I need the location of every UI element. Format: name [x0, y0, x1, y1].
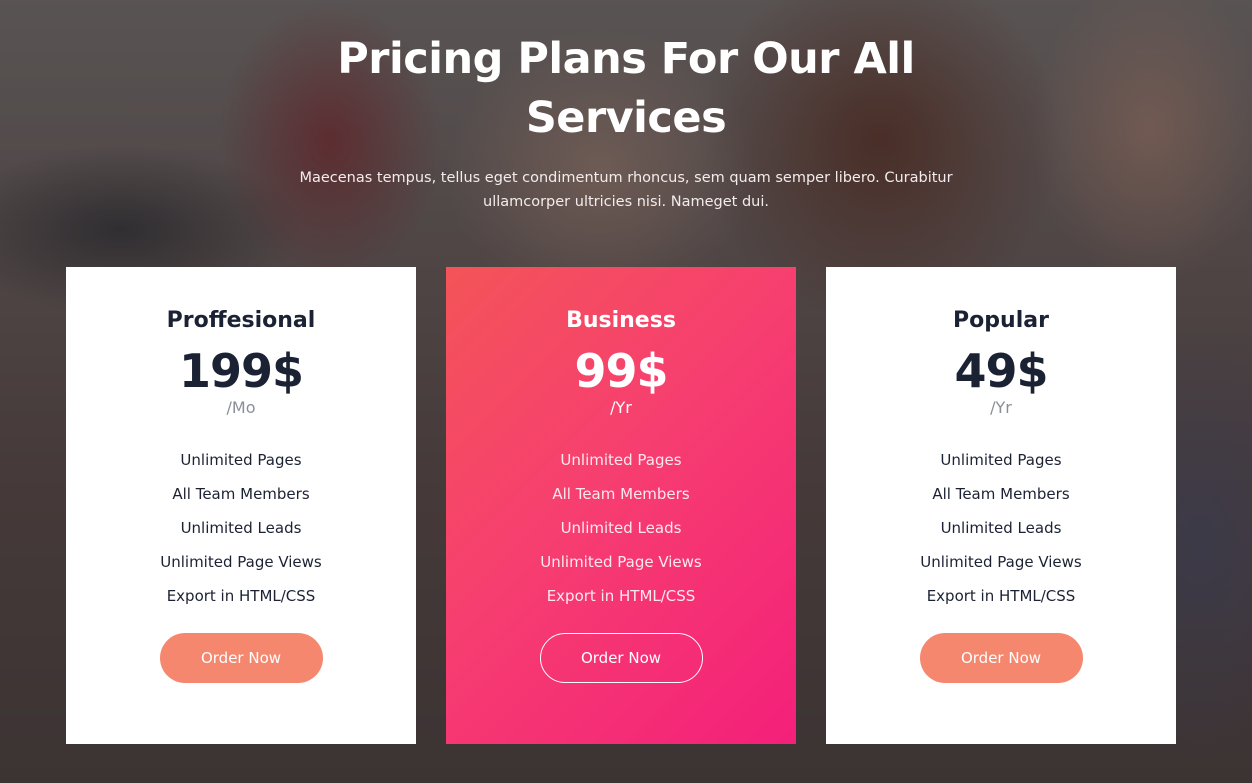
plan-period: /Yr	[610, 398, 632, 417]
plan-name: Proffesional	[166, 308, 316, 333]
feature-item: Unlimited Page Views	[920, 553, 1082, 571]
order-now-button[interactable]: Order Now	[919, 633, 1083, 683]
feature-item: Unlimited Leads	[940, 519, 1062, 537]
pricing-card-proffesional: Proffesional 199$ /Mo Unlimited Pages Al…	[66, 267, 416, 744]
plan-period: /Yr	[990, 398, 1012, 417]
feature-item: Unlimited Page Views	[540, 553, 702, 571]
plan-price: 99$	[574, 344, 668, 398]
feature-item: Export in HTML/CSS	[926, 587, 1076, 605]
feature-item: All Team Members	[172, 485, 310, 503]
pricing-header: Pricing Plans For Our All Services Maece…	[0, 30, 1252, 214]
feature-item: Unlimited Pages	[560, 451, 682, 469]
pricing-card-business: Business 99$ /Yr Unlimited Pages All Tea…	[446, 267, 796, 744]
feature-item: Unlimited Pages	[180, 451, 302, 469]
page-title: Pricing Plans For Our All Services	[337, 34, 915, 143]
feature-item: Unlimited Pages	[940, 451, 1062, 469]
plan-period: /Mo	[226, 398, 256, 417]
feature-item: Unlimited Leads	[180, 519, 302, 537]
pricing-plans: Proffesional 199$ /Mo Unlimited Pages Al…	[66, 267, 1176, 744]
feature-item: Unlimited Page Views	[160, 553, 322, 571]
feature-item: Unlimited Leads	[560, 519, 682, 537]
feature-list: Unlimited Pages All Team Members Unlimit…	[66, 443, 416, 613]
order-now-button[interactable]: Order Now	[539, 633, 703, 683]
page-subtitle: Maecenas tempus, tellus eget condimentum…	[299, 170, 953, 210]
order-now-button[interactable]: Order Now	[159, 633, 323, 683]
plan-name: Business	[566, 308, 676, 333]
feature-item: All Team Members	[932, 485, 1070, 503]
feature-item: Export in HTML/CSS	[546, 587, 696, 605]
feature-list: Unlimited Pages All Team Members Unlimit…	[446, 443, 796, 613]
feature-item: Export in HTML/CSS	[166, 587, 316, 605]
plan-price: 199$	[178, 344, 304, 398]
feature-item: All Team Members	[552, 485, 690, 503]
plan-price: 49$	[954, 344, 1048, 398]
feature-list: Unlimited Pages All Team Members Unlimit…	[826, 443, 1176, 613]
plan-name: Popular	[953, 308, 1049, 333]
pricing-card-popular: Popular 49$ /Yr Unlimited Pages All Team…	[826, 267, 1176, 744]
